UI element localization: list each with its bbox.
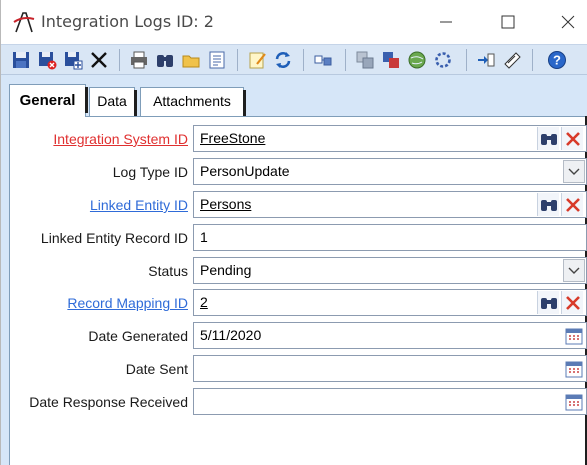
title-bar[interactable]: Integration Logs ID: 2 xyxy=(1,0,587,44)
calendar-icon[interactable] xyxy=(563,390,585,413)
save-icon[interactable] xyxy=(10,49,32,71)
save-close-icon[interactable] xyxy=(36,49,58,71)
log-type-id-label: Log Type ID xyxy=(112,164,188,180)
help-icon[interactable]: ? xyxy=(546,49,568,71)
find-icon[interactable] xyxy=(537,291,559,314)
tab-divider xyxy=(85,87,88,113)
integration-system-id-value: FreeStone xyxy=(200,130,266,146)
linked-entity-id-label[interactable]: Linked Entity ID xyxy=(90,197,188,213)
toolbar-separator xyxy=(303,49,304,71)
refresh-icon[interactable] xyxy=(272,49,294,71)
find-icon[interactable] xyxy=(537,193,559,216)
toolbar-separator xyxy=(237,49,238,71)
linked-entity-record-id-value: 1 xyxy=(200,229,208,245)
list-icon[interactable] xyxy=(206,49,228,71)
date-response-received-input[interactable] xyxy=(193,388,587,415)
date-generated-label: Date Generated xyxy=(88,328,188,344)
attach-icon[interactable] xyxy=(501,49,523,71)
linked-entity-id-value: Persons xyxy=(200,196,252,212)
print-icon[interactable] xyxy=(128,49,150,71)
toolbar-separator xyxy=(345,49,346,71)
chevron-down-icon[interactable] xyxy=(563,259,585,282)
delete-icon[interactable] xyxy=(88,49,110,71)
log-type-id-value: PersonUpdate xyxy=(200,163,290,179)
tab-data-label: Data xyxy=(97,93,127,109)
tab-data[interactable]: Data xyxy=(89,87,137,116)
integration-logs-window: Integration Logs ID: 2 ? General Data At… xyxy=(0,0,587,465)
linked-entity-record-id-input[interactable]: 1 xyxy=(193,224,587,251)
clear-icon[interactable] xyxy=(561,291,583,314)
tab-attachments[interactable]: Attachments xyxy=(140,87,246,116)
linked-entity-id-field[interactable]: Persons xyxy=(193,191,587,218)
tab-divider xyxy=(134,90,137,116)
status-value: Pending xyxy=(200,262,252,278)
record-mapping-id-label[interactable]: Record Mapping ID xyxy=(67,295,188,311)
import-icon[interactable] xyxy=(475,49,497,71)
linked-entity-record-id-label: Linked Entity Record ID xyxy=(40,230,188,246)
window-title: Integration Logs ID: 2 xyxy=(41,12,214,31)
status-label: Status xyxy=(148,263,188,279)
copy-icon[interactable] xyxy=(354,49,376,71)
tab-divider xyxy=(243,90,246,116)
calendar-icon[interactable] xyxy=(563,357,585,380)
date-response-received-label: Date Response Received xyxy=(29,394,188,410)
notes-icon[interactable] xyxy=(246,49,268,71)
date-sent-label: Date Sent xyxy=(125,361,188,377)
toolbar-separator xyxy=(466,49,467,71)
tab-attachments-label: Attachments xyxy=(153,93,231,109)
find-icon[interactable] xyxy=(154,49,176,71)
date-generated-value: 5/11/2020 xyxy=(200,327,262,343)
close-window-button[interactable] xyxy=(553,10,583,34)
link-icon[interactable] xyxy=(312,49,334,71)
svg-text:?: ? xyxy=(553,53,561,68)
chevron-down-icon[interactable] xyxy=(563,160,585,183)
multi-window-icon[interactable] xyxy=(380,49,402,71)
integration-system-id-field[interactable]: FreeStone xyxy=(193,125,587,152)
globe-icon[interactable] xyxy=(406,49,428,71)
toolbar: ? xyxy=(1,44,587,75)
toolbar-separator xyxy=(532,49,533,71)
toolbar-separator xyxy=(119,49,120,71)
date-sent-input[interactable] xyxy=(193,355,587,382)
minimize-button[interactable] xyxy=(431,10,461,34)
settings-cycle-icon[interactable] xyxy=(432,49,454,71)
record-mapping-id-field[interactable]: 2 xyxy=(193,289,587,316)
integration-system-id-label[interactable]: Integration System ID xyxy=(53,131,188,147)
tab-general-label: General xyxy=(19,92,76,109)
date-generated-input[interactable]: 5/11/2020 xyxy=(193,322,587,349)
maximize-button[interactable] xyxy=(493,10,523,34)
save-new-icon[interactable] xyxy=(62,49,84,71)
clear-icon[interactable] xyxy=(561,193,583,216)
app-logo-icon xyxy=(13,10,35,34)
find-icon[interactable] xyxy=(537,127,559,150)
open-folder-icon[interactable] xyxy=(180,49,202,71)
log-type-id-select[interactable]: PersonUpdate xyxy=(193,158,587,185)
tab-general[interactable]: General xyxy=(9,84,88,117)
status-select[interactable]: Pending xyxy=(193,257,587,284)
record-mapping-id-value: 2 xyxy=(200,294,208,310)
clear-icon[interactable] xyxy=(561,127,583,150)
calendar-icon[interactable] xyxy=(563,324,585,347)
